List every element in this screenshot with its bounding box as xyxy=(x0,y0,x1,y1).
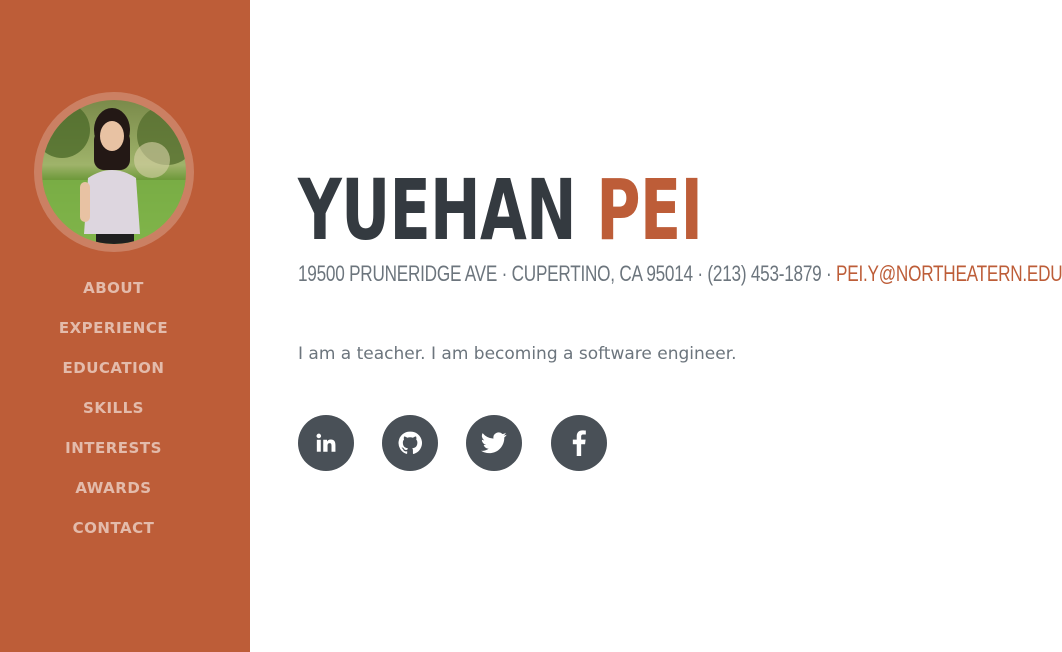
address-text: 19500 PRUNERIDGE AVE · CUPERTINO, CA 950… xyxy=(298,261,837,286)
avatar-photo xyxy=(42,100,186,244)
twitter-button[interactable] xyxy=(466,415,522,471)
contact-subheading: 19500 PRUNERIDGE AVE · CUPERTINO, CA 950… xyxy=(298,261,1062,287)
twitter-icon xyxy=(481,432,507,454)
page-title: YUEHAN PEI xyxy=(298,160,703,260)
nav-item-about: ABOUT xyxy=(0,268,227,308)
github-button[interactable] xyxy=(382,415,438,471)
sidebar-nav: ABOUT EXPERIENCE EDUCATION SKILLS INTERE… xyxy=(0,268,227,548)
nav-item-contact: CONTACT xyxy=(0,508,227,548)
nav-link-awards[interactable]: AWARDS xyxy=(75,479,151,497)
sidebar: ABOUT EXPERIENCE EDUCATION SKILLS INTERE… xyxy=(0,0,250,652)
nav-link-experience[interactable]: EXPERIENCE xyxy=(59,319,168,337)
nav-link-about[interactable]: ABOUT xyxy=(83,279,144,297)
avatar-ring xyxy=(34,92,194,252)
email-link[interactable]: PEI.Y@NORTHEATERN.EDU xyxy=(836,261,1062,286)
nav-item-interests: INTERESTS xyxy=(0,428,227,468)
nav-link-education[interactable]: EDUCATION xyxy=(63,359,165,377)
facebook-button[interactable] xyxy=(551,415,607,471)
github-icon xyxy=(398,431,423,454)
nav-item-experience: EXPERIENCE xyxy=(0,308,227,348)
linkedin-icon xyxy=(316,433,336,452)
first-name: YUEHAN xyxy=(298,161,577,259)
nav-item-awards: AWARDS xyxy=(0,468,227,508)
nav-link-contact[interactable]: CONTACT xyxy=(73,519,155,537)
nav-item-education: EDUCATION xyxy=(0,348,227,388)
about-section: YUEHAN PEI 19500 PRUNERIDGE AVE · CUPERT… xyxy=(298,0,1062,652)
nav-item-skills: SKILLS xyxy=(0,388,227,428)
intro-text: I am a teacher. I am becoming a software… xyxy=(298,344,737,364)
social-icons xyxy=(298,415,635,471)
avatar xyxy=(42,100,186,244)
facebook-icon xyxy=(572,430,586,456)
last-name: PEI xyxy=(596,161,703,259)
nav-link-interests[interactable]: INTERESTS xyxy=(65,439,162,457)
nav-link-skills[interactable]: SKILLS xyxy=(83,399,144,417)
linkedin-button[interactable] xyxy=(298,415,354,471)
